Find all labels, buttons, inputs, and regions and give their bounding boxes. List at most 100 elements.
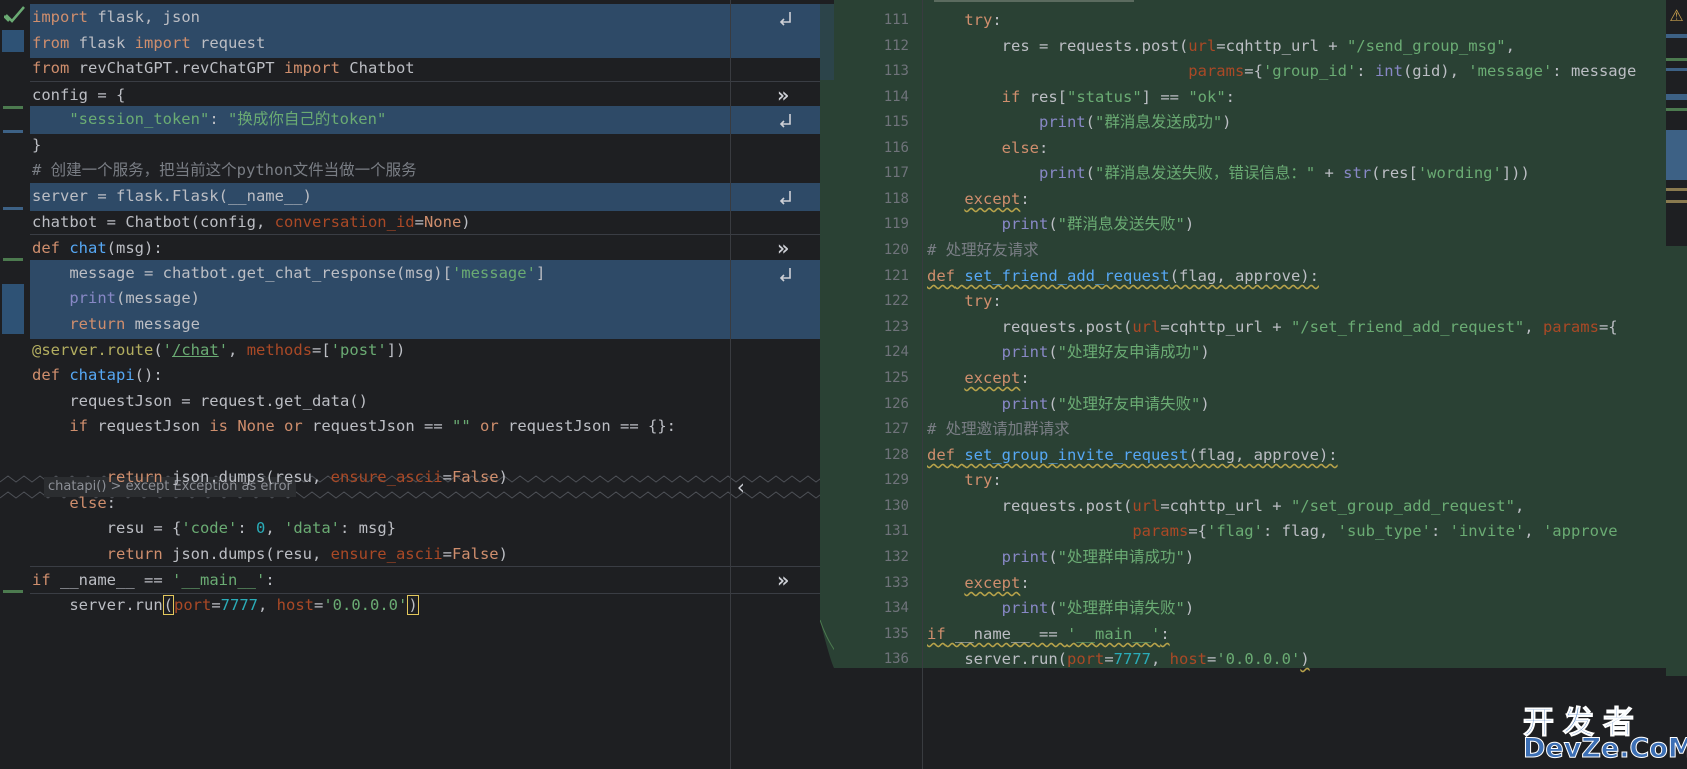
line-code: except: bbox=[964, 369, 1030, 387]
stripe-marker[interactable] bbox=[1666, 34, 1687, 38]
stripe-marker[interactable] bbox=[1666, 108, 1687, 111]
code-line[interactable]: 130 requests.post(url=cqhttp_url + "/set… bbox=[834, 493, 1687, 521]
code-line[interactable]: 122 try: bbox=[834, 288, 1687, 316]
code-line[interactable]: 135 if __name__ == '__main__': bbox=[834, 621, 1687, 649]
code-line[interactable]: 114 if res["status"] == "ok": bbox=[834, 84, 1687, 112]
code-line[interactable]: return json.dumps(resu, ensure_ascii=Fal… bbox=[30, 464, 850, 492]
code-line[interactable]: 124 print("处理好友申请成功") bbox=[834, 339, 1687, 367]
code-line[interactable]: 126 print("处理好友申请失败") bbox=[834, 391, 1687, 419]
code-line[interactable]: 118 except: bbox=[834, 186, 1687, 214]
code-line[interactable]: import flask, json 1 bbox=[30, 4, 850, 32]
code-line[interactable]: 125 except: bbox=[834, 365, 1687, 393]
code-line[interactable]: 129 try: bbox=[834, 467, 1687, 495]
code-line[interactable]: requestJson = request.get_data() 16 bbox=[30, 388, 850, 416]
code-line[interactable]: 123 requests.post(url=cqhttp_url + "/set… bbox=[834, 314, 1687, 342]
code-line[interactable]: 132 print("处理群申请成功") bbox=[834, 544, 1687, 572]
code-line[interactable]: 119 print("群消息发送失败") bbox=[834, 211, 1687, 239]
double-chevron-right-icon[interactable]: » bbox=[775, 82, 791, 107]
code-line[interactable]: print(message) 12 bbox=[30, 285, 850, 313]
code-line[interactable]: from flask import request 2 bbox=[30, 30, 850, 58]
line-number: 132 bbox=[883, 549, 909, 565]
code-line[interactable]: server = flask.Flask(__name__) 8 bbox=[30, 183, 850, 211]
code-line[interactable]: # 创建一个服务，把当前这个python文件当做一个服务 7 bbox=[30, 157, 850, 185]
code-line[interactable]: return json.dumps(resu, ensure_ascii=Fal… bbox=[30, 541, 850, 569]
scrollbar-thumb[interactable] bbox=[1666, 246, 1687, 676]
code-line[interactable]: 115 print("群消息发送成功") bbox=[834, 109, 1687, 137]
line-code: print("处理好友申请失败") bbox=[1001, 395, 1210, 413]
code-line[interactable]: 127 # 处理邀请加群请求 bbox=[834, 416, 1687, 444]
line-code: res = requests.post(url=cqhttp_url + "/s… bbox=[927, 37, 1515, 55]
error-stripe[interactable]: ⚠ bbox=[1666, 0, 1687, 769]
line-number: 122 bbox=[883, 293, 909, 309]
code-line[interactable]: @server.route('/chat', methods=['post'])… bbox=[30, 337, 850, 365]
code-line[interactable]: 116 else: bbox=[834, 135, 1687, 163]
stripe-marker[interactable] bbox=[1666, 58, 1687, 61]
code-line[interactable]: 111 try: bbox=[834, 7, 1687, 35]
insert-marker[interactable] bbox=[3, 106, 23, 109]
line-number: 118 bbox=[883, 191, 909, 207]
line-code: if __name__ == '__main__': bbox=[927, 625, 1170, 643]
right-editor-pane[interactable]: 111 try: 112 res = requests.post(url=cqh… bbox=[834, 0, 1687, 769]
code-line[interactable]: 117 print("群消息发送失败，错误信息：" + str(res['wor… bbox=[834, 160, 1687, 188]
line-code: def set_friend_add_request(flag, approve… bbox=[927, 267, 1319, 285]
stripe-marker[interactable] bbox=[1666, 200, 1687, 203]
double-chevron-right-icon[interactable]: » bbox=[775, 235, 791, 260]
insert-marker[interactable] bbox=[3, 590, 23, 593]
code-line[interactable]: "session_token": "换成你自己的token" 5 bbox=[30, 106, 850, 134]
code-line[interactable]: 128 def set_group_invite_request(flag, ap… bbox=[834, 442, 1687, 470]
code-line[interactable]: else: 28 bbox=[30, 490, 850, 518]
line-code: def chatapi(): bbox=[32, 366, 163, 384]
code-line[interactable]: from revChatGPT.revChatGPT import Chatbo… bbox=[30, 55, 850, 83]
rollback-icon[interactable] bbox=[778, 112, 794, 128]
rollback-icon[interactable] bbox=[778, 189, 794, 205]
code-line[interactable]: def chatapi(): 15 bbox=[30, 362, 850, 390]
line-code: resu = {'code': 0, 'data': msg} bbox=[32, 519, 396, 537]
stripe-marker[interactable] bbox=[1666, 130, 1687, 180]
code-line[interactable]: if requestJson is None or requestJson ==… bbox=[30, 413, 850, 441]
line-code: return json.dumps(resu, ensure_ascii=Fal… bbox=[106, 468, 508, 486]
code-line[interactable]: def chat(msg): » 10 bbox=[30, 234, 850, 262]
code-line[interactable]: 121 def set_friend_add_request(flag, appr… bbox=[834, 263, 1687, 291]
stripe-marker[interactable] bbox=[1666, 94, 1687, 100]
line-code: except: bbox=[964, 574, 1030, 592]
code-line[interactable]: 131 params={'flag': flag, 'sub_type': 'i… bbox=[834, 518, 1687, 546]
watermark-en: DevZe.CoM bbox=[1523, 733, 1687, 765]
code-line[interactable]: return message 13 bbox=[30, 311, 850, 339]
code-line[interactable]: 134 print("处理群申请失败") bbox=[834, 595, 1687, 623]
code-line[interactable]: message = chatbot.get_chat_response(msg)… bbox=[30, 260, 850, 288]
gutter-divider bbox=[922, 0, 923, 769]
change-marker[interactable] bbox=[2, 284, 24, 334]
code-line[interactable]: if __name__ == '__main__': » 31 bbox=[30, 566, 850, 594]
code-line[interactable]: 133 except: bbox=[834, 570, 1687, 598]
line-code: print("群消息发送失败") bbox=[1001, 215, 1195, 233]
gutter-divider bbox=[730, 0, 731, 769]
line-code: print("处理好友申请成功") bbox=[1001, 343, 1210, 361]
code-line[interactable]: 120 # 处理好友请求 bbox=[834, 237, 1687, 265]
insert-marker[interactable] bbox=[3, 258, 23, 261]
code-line[interactable]: 113 params={'group_id': int(gid), 'messa… bbox=[834, 58, 1687, 86]
code-line[interactable]: 136 server.run(port=7777, host='0.0.0.0'… bbox=[834, 646, 1687, 674]
change-marker[interactable] bbox=[3, 130, 23, 133]
line-number: 131 bbox=[883, 523, 909, 539]
change-marker[interactable] bbox=[3, 207, 23, 210]
code-line[interactable]: chatbot = Chatbot(config, conversation_i… bbox=[30, 209, 850, 237]
line-code: server.run(port=7777, host='0.0.0.0') bbox=[927, 650, 1310, 668]
rollback-icon[interactable] bbox=[778, 266, 794, 282]
warning-icon[interactable]: ⚠ bbox=[1666, 6, 1687, 25]
stripe-marker[interactable] bbox=[1666, 68, 1687, 71]
code-line[interactable]: server.run(port=7777, host='0.0.0.0') 32 bbox=[30, 592, 850, 620]
line-code: requests.post(url=cqhttp_url + "/set_gro… bbox=[927, 497, 1525, 515]
line-code: params={'group_id': int(gid), 'message':… bbox=[1188, 62, 1637, 80]
line-code: print("群消息发送失败，错误信息：" + str(res['wording… bbox=[1038, 164, 1530, 182]
code-line[interactable]: 112 res = requests.post(url=cqhttp_url +… bbox=[834, 33, 1687, 61]
double-chevron-right-icon[interactable]: » bbox=[775, 567, 791, 592]
stripe-marker[interactable] bbox=[1666, 188, 1687, 191]
rollback-icon[interactable] bbox=[778, 10, 794, 26]
code-line[interactable]: resu = {'code': 0, 'data': msg} 29 bbox=[30, 515, 850, 543]
change-marker[interactable] bbox=[2, 30, 24, 52]
line-number: 116 bbox=[883, 140, 909, 156]
left-editor-pane[interactable]: import flask, json 1 from flask import r… bbox=[0, 0, 850, 769]
code-line[interactable]: config = { » 4 bbox=[30, 81, 850, 109]
line-code: except: bbox=[964, 190, 1030, 208]
code-line[interactable]: } 6 bbox=[30, 132, 850, 160]
